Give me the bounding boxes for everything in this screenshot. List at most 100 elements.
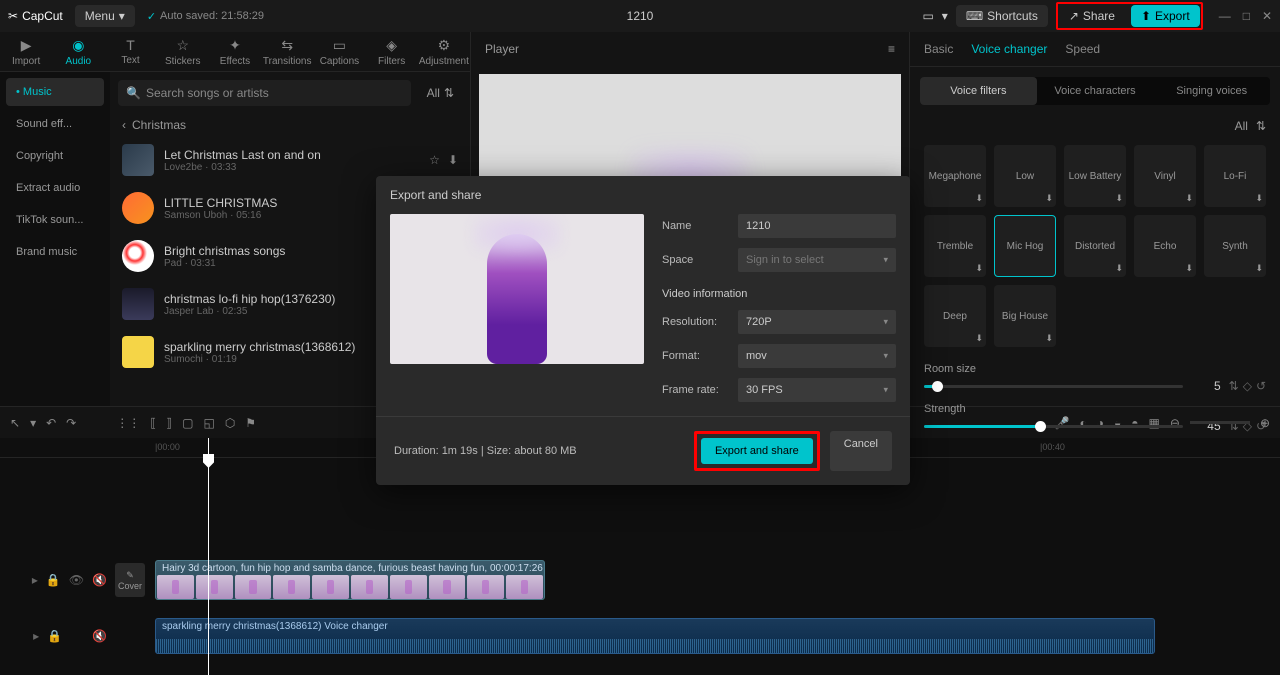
sidebar-item-copyright[interactable]: Copyright: [6, 142, 104, 170]
voice-lofi[interactable]: Lo-Fi⬇: [1204, 145, 1266, 207]
sidebar-item-tiktok-sounds[interactable]: TikTok soun...: [6, 206, 104, 234]
export-info: Duration: 1m 19s | Size: about 80 MB: [394, 445, 577, 457]
voice-low[interactable]: Low⬇: [994, 145, 1056, 207]
strength-track[interactable]: [924, 425, 1183, 428]
lock-icon[interactable]: 🔒: [47, 629, 62, 643]
tab-transitions[interactable]: ⇆Transitions: [261, 32, 313, 71]
tab-speed[interactable]: Speed: [1065, 42, 1100, 56]
name-input[interactable]: [738, 214, 896, 238]
voice-vinyl[interactable]: Vinyl⬇: [1134, 145, 1196, 207]
voice-low-battery[interactable]: Low Battery⬇: [1064, 145, 1126, 207]
search-input[interactable]: 🔍 Search songs or artists: [118, 80, 411, 106]
zoom-slider[interactable]: [1190, 421, 1250, 424]
layout-icon[interactable]: ▭: [922, 9, 933, 23]
voice-distorted[interactable]: Distorted⬇: [1064, 215, 1126, 277]
voice-megaphone[interactable]: Megaphone⬇: [924, 145, 986, 207]
mute-icon[interactable]: 🔇: [92, 629, 107, 643]
shortcuts-button[interactable]: ⌨ Shortcuts: [956, 5, 1048, 27]
eye-icon[interactable]: 👁: [69, 573, 84, 587]
resolution-select[interactable]: 720P▾: [738, 310, 896, 334]
cancel-button[interactable]: Cancel: [830, 431, 892, 471]
chevron-down-icon[interactable]: ▾: [30, 416, 36, 430]
subtab-voice-characters[interactable]: Voice characters: [1037, 77, 1154, 105]
flag-icon[interactable]: ⚑: [245, 416, 256, 430]
audio-sidebar: • Music Sound eff... Copyright Extract a…: [0, 72, 110, 406]
space-select[interactable]: Sign in to select▾: [738, 248, 896, 272]
slider-thumb[interactable]: [1035, 421, 1046, 432]
reset-icon[interactable]: ↺: [1256, 379, 1266, 393]
filter-button[interactable]: All ⇅: [419, 82, 462, 104]
sidebar-item-extract-audio[interactable]: Extract audio: [6, 174, 104, 202]
stepper-icon[interactable]: ⇅: [1229, 379, 1239, 393]
voice-echo[interactable]: Echo⬇: [1134, 215, 1196, 277]
keyframe-icon[interactable]: ◇: [1243, 379, 1252, 393]
maximize-icon[interactable]: □: [1243, 9, 1250, 23]
tab-effects[interactable]: ✦Effects: [209, 32, 261, 71]
chevron-down-icon[interactable]: ▾: [942, 9, 948, 23]
undo-icon[interactable]: ↶: [46, 416, 56, 430]
close-icon[interactable]: ✕: [1262, 9, 1272, 23]
autosave-status: ✓ Auto saved: 21:58:29: [147, 10, 264, 23]
minimize-icon[interactable]: —: [1219, 9, 1231, 23]
topbar: ✂ CapCut Menu ▾ ✓ Auto saved: 21:58:29 1…: [0, 0, 1280, 32]
zoom-in-icon[interactable]: ⊕: [1260, 416, 1270, 430]
cover-button[interactable]: ✎Cover: [115, 563, 145, 597]
subtab-voice-filters[interactable]: Voice filters: [920, 77, 1037, 105]
subtab-singing-voices[interactable]: Singing voices: [1153, 77, 1270, 105]
tab-filters[interactable]: ◈Filters: [366, 32, 418, 71]
tab-adjustment[interactable]: ⚙Adjustment: [418, 32, 470, 71]
track-controls: ▸ 🔒 🔇: [0, 629, 155, 643]
crop-icon[interactable]: ◱: [203, 416, 214, 430]
tab-basic[interactable]: Basic: [924, 42, 953, 56]
split-icon[interactable]: ⋮⋮: [116, 416, 140, 430]
menu-icon[interactable]: ≡: [888, 42, 895, 56]
audio-clip[interactable]: sparkling merry christmas(1368612) Voice…: [155, 618, 1155, 654]
chevron-down-icon: ▾: [883, 317, 888, 328]
share-button[interactable]: ↗ Share: [1059, 5, 1125, 27]
export-share-button[interactable]: Export and share: [701, 438, 813, 464]
form-row-framerate: Frame rate: 30 FPS▾: [662, 378, 896, 402]
sidebar-item-music[interactable]: • Music: [6, 78, 104, 106]
format-select[interactable]: mov▾: [738, 344, 896, 368]
delete-icon[interactable]: ▢: [182, 416, 193, 430]
voice-tremble[interactable]: Tremble⬇: [924, 215, 986, 277]
voice-mic-hog[interactable]: Mic Hog: [994, 215, 1056, 277]
pointer-icon[interactable]: ↖: [10, 416, 20, 430]
tab-stickers[interactable]: ☆Stickers: [157, 32, 209, 71]
collapse-icon[interactable]: ▸: [33, 629, 39, 643]
voice-big-house[interactable]: Big House⬇: [994, 285, 1056, 347]
breadcrumb[interactable]: ‹ Christmas: [110, 114, 470, 136]
mute-icon[interactable]: 🔇: [92, 573, 107, 587]
roomsize-track[interactable]: [924, 385, 1183, 388]
tab-audio[interactable]: ◉Audio: [52, 32, 104, 71]
filter-all[interactable]: All: [1235, 119, 1248, 133]
sidebar-item-brand-music[interactable]: Brand music: [6, 238, 104, 266]
window-controls: — □ ✕: [1219, 9, 1272, 23]
chevron-down-icon: ▾: [883, 351, 888, 362]
tab-voice-changer[interactable]: Voice changer: [971, 42, 1047, 56]
collapse-icon[interactable]: ▸: [32, 573, 38, 587]
download-icon: ⬇: [1255, 263, 1263, 274]
chevron-down-icon: ▾: [883, 385, 888, 396]
voice-deep[interactable]: Deep⬇: [924, 285, 986, 347]
menu-button[interactable]: Menu ▾: [75, 5, 135, 27]
playhead[interactable]: [208, 438, 209, 675]
trim-right-icon[interactable]: ⟧: [166, 416, 172, 430]
shield-icon[interactable]: ⬡: [225, 416, 235, 430]
lock-icon[interactable]: 🔒: [46, 573, 61, 587]
framerate-select[interactable]: 30 FPS▾: [738, 378, 896, 402]
slider-thumb[interactable]: [932, 381, 943, 392]
trim-left-icon[interactable]: ⟦: [150, 416, 156, 430]
star-icon[interactable]: ☆: [429, 153, 440, 167]
download-icon[interactable]: ⬇: [448, 153, 458, 167]
sort-icon[interactable]: ⇅: [1256, 119, 1266, 133]
sidebar-item-sound-effects[interactable]: Sound eff...: [6, 110, 104, 138]
redo-icon[interactable]: ↷: [66, 416, 76, 430]
tab-import[interactable]: ▶Import: [0, 32, 52, 71]
preview-figure: [487, 234, 547, 364]
tab-captions[interactable]: ▭Captions: [313, 32, 365, 71]
export-button[interactable]: ⬆ Export: [1131, 5, 1200, 27]
tab-text[interactable]: TText: [104, 32, 156, 71]
voice-synth[interactable]: Synth⬇: [1204, 215, 1266, 277]
video-clip[interactable]: Hairy 3d cartoon, fun hip hop and samba …: [155, 560, 545, 600]
